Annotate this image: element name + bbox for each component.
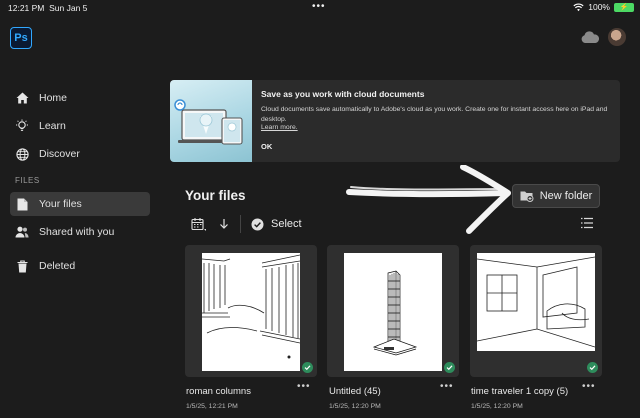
sidebar-item-your-files[interactable]: Your files (10, 192, 150, 216)
sidebar-item-discover[interactable]: Discover (10, 142, 150, 166)
learn-more-link[interactable]: Learn more. (261, 124, 298, 131)
battery-percent: 100% (588, 2, 610, 12)
cloud-sync-icon[interactable] (580, 30, 600, 44)
lightbulb-icon (15, 119, 29, 133)
status-bar: 12:21 PM Sun Jan 5 ••• 100% ⚡ (0, 0, 640, 16)
file-thumbnail (477, 253, 595, 351)
status-date: Sun Jan 5 (49, 3, 88, 13)
toolbar-divider (240, 215, 241, 233)
synced-check-icon (444, 362, 455, 373)
file-card[interactable] (470, 245, 602, 377)
file-name[interactable]: roman columns (186, 386, 251, 397)
sidebar-item-label: Your files (39, 198, 82, 210)
more-options-button[interactable]: ••• (440, 381, 454, 392)
document-icon (15, 197, 29, 211)
file-thumbnail (202, 253, 300, 371)
new-folder-label: New folder (539, 190, 593, 202)
sidebar-item-deleted[interactable]: Deleted (10, 254, 150, 278)
file-date: 1/5/25, 12:20 PM (471, 403, 523, 410)
file-date: 1/5/25, 12:20 PM (329, 403, 381, 410)
battery-icon: ⚡ (614, 2, 634, 12)
sort-direction-button[interactable] (216, 216, 232, 232)
new-folder-button[interactable]: New folder (512, 184, 600, 208)
calendar-icon (190, 217, 206, 231)
photoshop-logo[interactable]: Ps (10, 27, 32, 49)
banner-ok-button[interactable]: OK (261, 142, 272, 151)
more-options-button[interactable]: ••• (582, 381, 596, 392)
files-toolbar: Select (190, 214, 302, 234)
sidebar-item-shared[interactable]: Shared with you (10, 220, 150, 244)
file-name[interactable]: Untitled (45) (329, 386, 381, 397)
sidebar-item-label: Learn (39, 120, 66, 132)
wifi-icon (573, 3, 584, 11)
file-card[interactable] (185, 245, 317, 377)
avatar[interactable] (608, 28, 626, 46)
select-check-icon[interactable] (249, 216, 265, 232)
cloud-devices-illustration (170, 80, 252, 162)
sidebar-item-learn[interactable]: Learn (10, 114, 150, 138)
banner-title: Save as you work with cloud documents (261, 89, 425, 99)
sidebar-item-label: Home (39, 92, 68, 104)
more-options-button[interactable]: ••• (297, 381, 311, 392)
file-name[interactable]: time traveler 1 copy (5) (471, 386, 568, 397)
files-section-label: FILES (15, 176, 40, 185)
sort-by-date-button[interactable] (190, 216, 206, 232)
file-date: 1/5/25, 12:21 PM (186, 403, 238, 410)
trash-icon (15, 259, 29, 273)
status-time: 12:21 PM Sun Jan 5 (8, 3, 88, 13)
page-title: Your files (185, 188, 246, 203)
sidebar-item-label: Shared with you (39, 226, 115, 238)
people-icon (15, 225, 29, 239)
add-folder-icon (520, 191, 534, 202)
arrow-annotation (346, 165, 511, 234)
select-button[interactable]: Select (271, 218, 302, 230)
sidebar-item-label: Deleted (39, 260, 76, 272)
list-view-icon[interactable] (580, 216, 594, 230)
file-thumbnail (344, 253, 442, 371)
cloud-documents-banner: Save as you work with cloud documents Cl… (170, 80, 620, 162)
home-icon (15, 91, 29, 105)
sidebar-item-home[interactable]: Home (10, 86, 150, 110)
synced-check-icon (587, 362, 598, 373)
file-card[interactable] (327, 245, 459, 377)
synced-check-icon (302, 362, 313, 373)
globe-icon (15, 147, 29, 161)
banner-body: Cloud documents save automatically to Ad… (261, 106, 608, 123)
sidebar-item-label: Discover (39, 148, 80, 160)
multitasking-dots[interactable]: ••• (312, 1, 326, 12)
arrow-down-icon (220, 219, 228, 229)
